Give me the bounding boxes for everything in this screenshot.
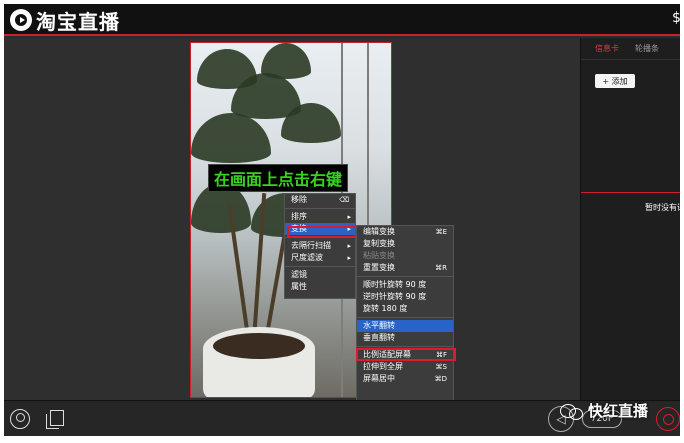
submenu-item-flip-horizontal[interactable]: 水平翻转 <box>357 320 453 332</box>
menu-item-label: 顺时针旋转 90 度 <box>363 280 427 289</box>
menu-item-remove[interactable]: 移除 ⌫ <box>285 194 355 206</box>
menu-item-label: 去隔行扫描 <box>291 241 331 250</box>
right-panel-tabs: 信息卡 轮播条 <box>581 38 680 60</box>
submenu-item-center-screen[interactable]: 屏幕居中 ⌘D <box>357 373 453 385</box>
menu-item-label: 逆时针旋转 90 度 <box>363 292 427 301</box>
menu-item-shortcut: ⌘E <box>435 228 447 236</box>
menu-item-label: 移除 <box>291 195 307 204</box>
submenu-item-edit-transform[interactable]: 编辑变换 ⌘E <box>357 226 453 238</box>
wechat-icon <box>560 402 584 420</box>
context-menu: 移除 ⌫ 排序 ▸ 变换 ▸ 去隔行扫描 ▸ 尺度滤波 ▸ 滤镜 属性 <box>284 193 356 299</box>
window-control-icon[interactable]: $ <box>672 10 680 28</box>
menu-item-label: 垂直翻转 <box>363 333 395 342</box>
layers-icon[interactable] <box>46 409 66 429</box>
taobao-live-logo-icon <box>10 9 32 31</box>
menu-item-label: 尺度滤波 <box>291 253 323 262</box>
panel-divider <box>581 192 680 193</box>
tab-carousel[interactable]: 轮播条 <box>635 43 659 54</box>
preview-stage: 在画面上点击右键 移除 ⌫ 排序 ▸ 变换 ▸ 去隔行扫描 ▸ 尺度滤波 ▸ 滤… <box>4 38 580 415</box>
menu-item-label: 滤镜 <box>291 270 307 279</box>
submenu-item-copy-transform[interactable]: 复制变换 <box>357 238 453 250</box>
chevron-right-icon: ▸ <box>347 254 351 262</box>
menu-item-label: 复制变换 <box>363 239 395 248</box>
menu-separator <box>357 346 453 347</box>
app-window: 淘宝直播 $ 在画面上点击右键 移除 ⌫ 排序 ▸ 变换 ▸ 去隔行扫描 ▸ 尺… <box>4 4 680 436</box>
watermark: 快红直播 <box>560 400 648 421</box>
plant-leaf <box>191 113 271 163</box>
menu-separator <box>357 276 453 277</box>
menu-separator <box>285 208 355 209</box>
menu-item-shortcut: ⌘D <box>434 375 447 383</box>
menu-item-label: 排序 <box>291 212 307 221</box>
menu-item-scale-filter[interactable]: 尺度滤波 ▸ <box>285 252 355 264</box>
chevron-right-icon: ▸ <box>347 213 351 221</box>
plant-leaf <box>261 43 311 79</box>
menu-item-label: 拉伸到全屏 <box>363 362 403 371</box>
menu-item-filters[interactable]: 滤镜 <box>285 269 355 281</box>
camera-icon[interactable] <box>10 409 30 429</box>
record-icon[interactable] <box>656 407 680 431</box>
menu-item-label: 粘贴变换 <box>363 251 395 260</box>
instruction-caption: 在画面上点击右键 <box>208 164 348 192</box>
menu-separator <box>285 266 355 267</box>
menu-item-label: 编辑变换 <box>363 227 395 236</box>
menu-item-shortcut: ⌫ <box>339 196 349 204</box>
submenu-item-rotate-cw[interactable]: 顺时针旋转 90 度 <box>357 279 453 291</box>
right-panel: 信息卡 轮播条 + 添加 暂时没有评 <box>580 38 680 400</box>
submenu-item-rotate-ccw[interactable]: 逆时针旋转 90 度 <box>357 291 453 303</box>
submenu-item-stretch-screen[interactable]: 拉伸到全屏 ⌘S <box>357 361 453 373</box>
menu-item-deinterlace[interactable]: 去隔行扫描 ▸ <box>285 240 355 252</box>
menu-item-shortcut: ⌘R <box>435 264 447 272</box>
highlight-outline-transform <box>287 226 360 238</box>
submenu-item-reset-transform[interactable]: 重置变换 ⌘R <box>357 262 453 274</box>
pot-soil <box>213 333 305 359</box>
menu-item-label: 旋转 180 度 <box>363 304 408 313</box>
menu-item-label: 屏幕居中 <box>363 374 395 383</box>
submenu-item-rotate-180[interactable]: 旋转 180 度 <box>357 303 453 315</box>
submenu-item-flip-vertical[interactable]: 垂直翻转 <box>357 332 453 344</box>
menu-item-label: 属性 <box>291 282 307 291</box>
tab-info-card[interactable]: 信息卡 <box>595 43 619 54</box>
menu-item-properties[interactable]: 属性 <box>285 281 355 293</box>
chevron-right-icon: ▸ <box>347 242 351 250</box>
title-bar: 淘宝直播 $ <box>4 4 680 36</box>
app-title: 淘宝直播 <box>36 9 120 34</box>
menu-item-label: 重置变换 <box>363 263 395 272</box>
add-button[interactable]: + 添加 <box>595 74 635 88</box>
submenu-item-paste-transform: 粘贴变换 <box>357 250 453 262</box>
transform-submenu: 编辑变换 ⌘E 复制变换 粘贴变换 重置变换 ⌘R 顺时针旋转 90 度 逆时针… <box>356 225 454 415</box>
menu-separator <box>357 317 453 318</box>
empty-comments-note: 暂时没有评 <box>645 203 680 212</box>
menu-item-label: 水平翻转 <box>363 321 395 330</box>
app-logo: 淘宝直播 <box>10 7 120 34</box>
menu-item-shortcut: ⌘S <box>435 363 447 371</box>
watermark-text: 快红直播 <box>588 402 649 420</box>
highlight-outline-flip-horizontal <box>356 348 456 361</box>
menu-item-order[interactable]: 排序 ▸ <box>285 211 355 223</box>
